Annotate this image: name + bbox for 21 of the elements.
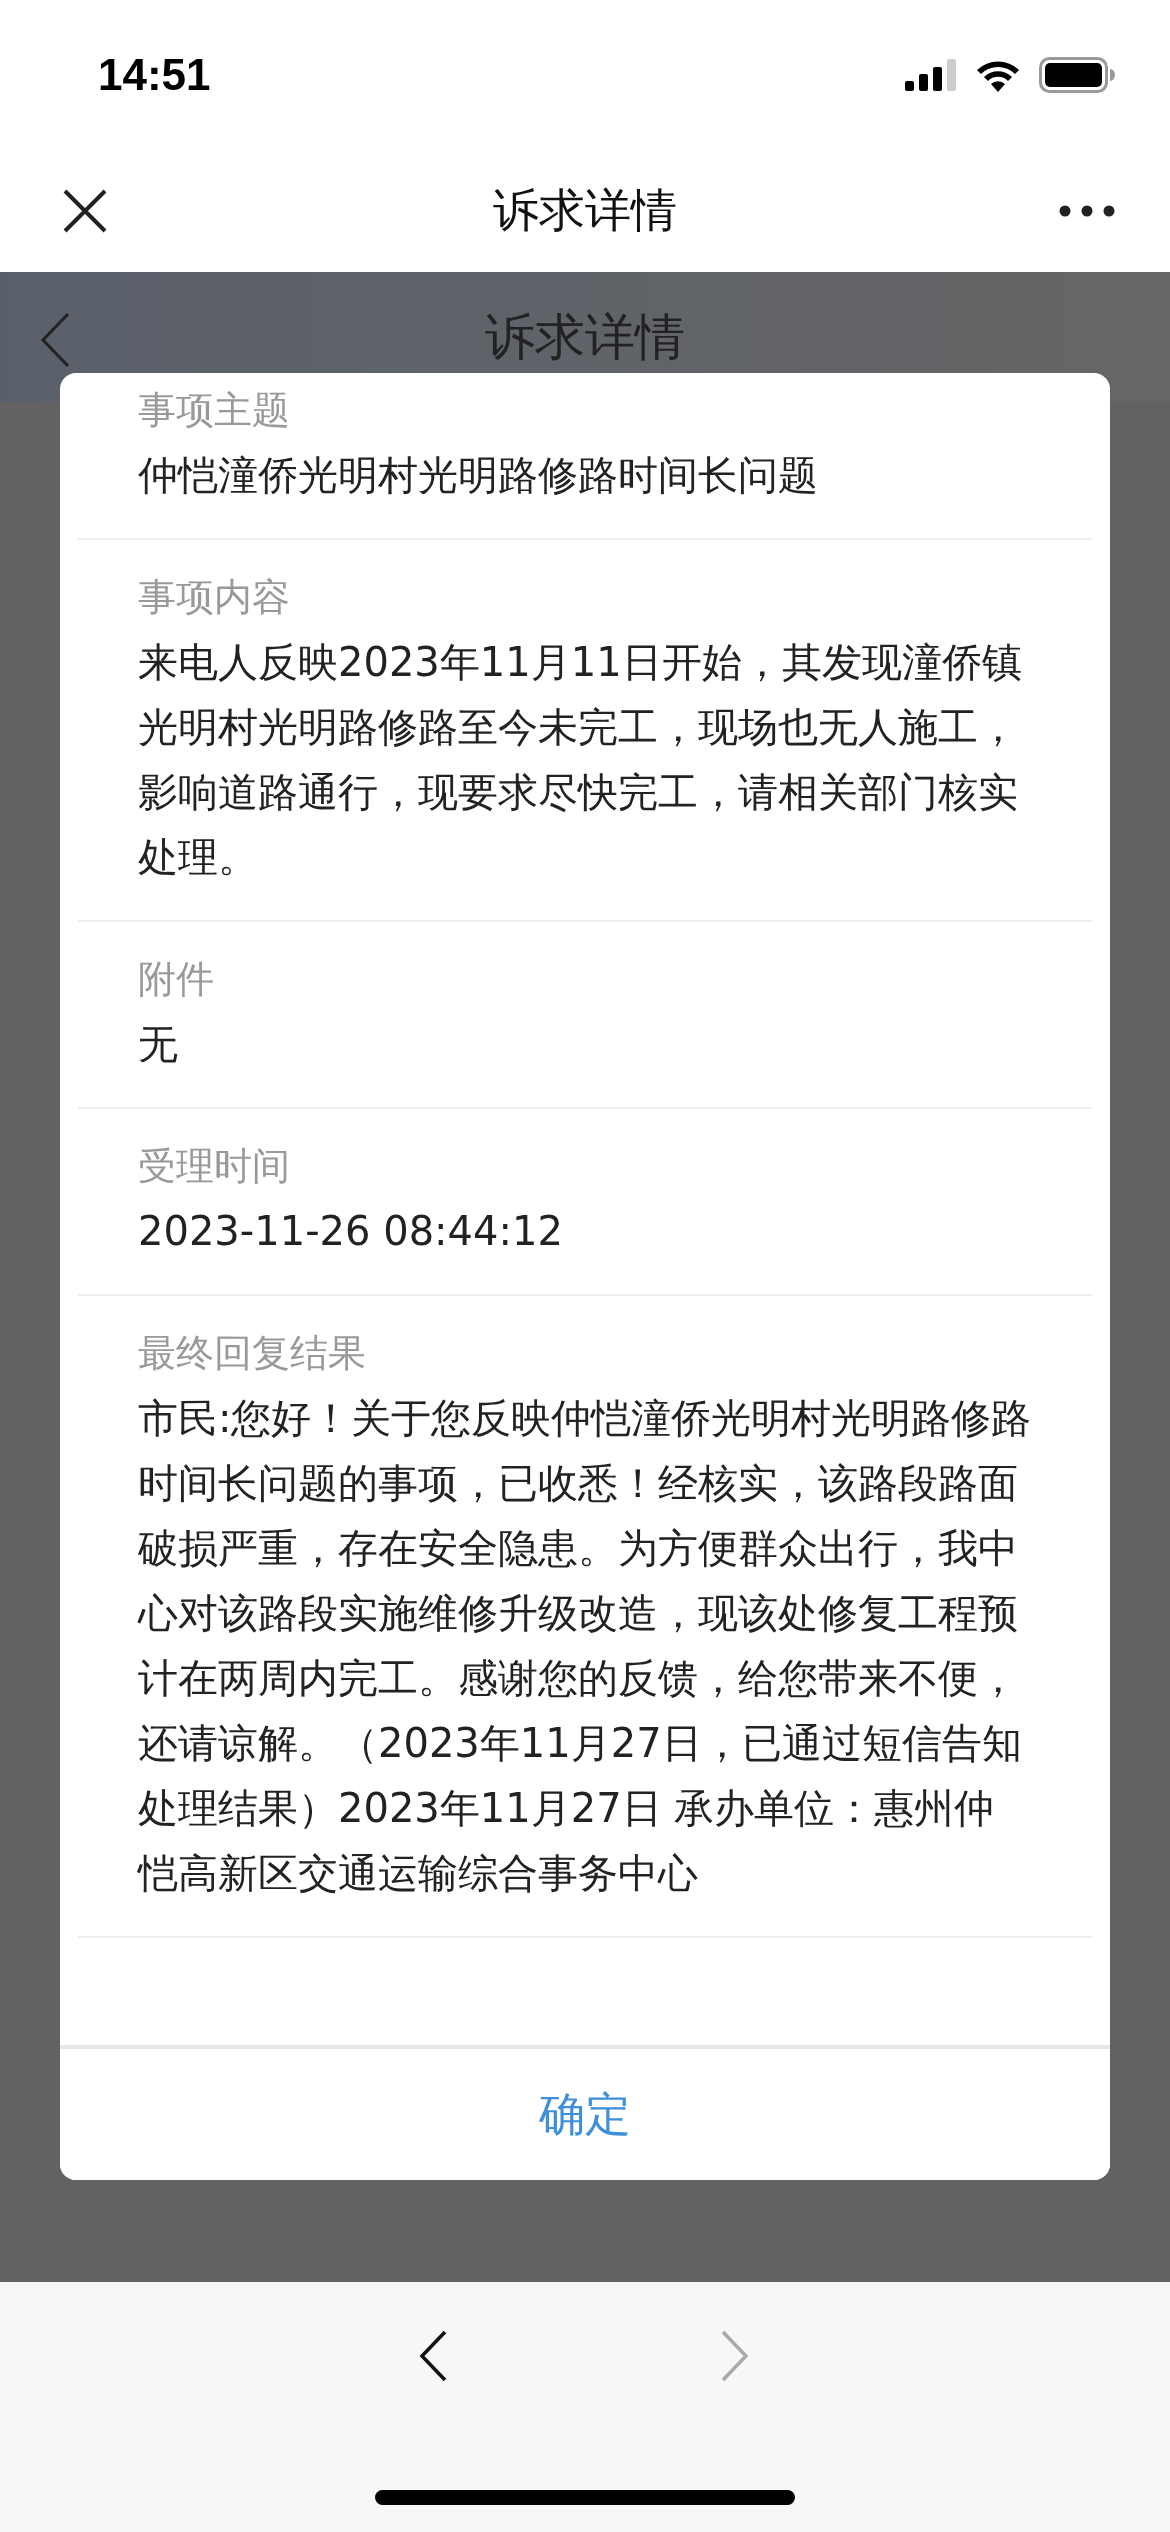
battery-icon bbox=[1039, 57, 1115, 93]
confirm-button[interactable]: 确定 bbox=[60, 2045, 1110, 2180]
signal-icon bbox=[905, 59, 957, 91]
field-value: 仲恺潼侨光明村光明路修路时间长问题 bbox=[138, 451, 819, 500]
field-value: 2023-11-26 08:44:12 bbox=[138, 1207, 564, 1256]
field-label: 事项内容 bbox=[138, 574, 291, 621]
status-time: 14:51 bbox=[98, 50, 211, 100]
field-label: 受理时间 bbox=[138, 1143, 291, 1190]
wifi-icon bbox=[975, 58, 1021, 92]
field-value: 来电人反映2023年11月11日开始，其发现潼侨镇光明村光明路修路至今未完工，现场也无人施工，影响道路通行，现要求尽快完工，请相关部门核实处理。 bbox=[138, 638, 1023, 882]
more-icon[interactable] bbox=[1059, 205, 1115, 217]
close-icon[interactable] bbox=[62, 188, 108, 234]
back-icon[interactable] bbox=[418, 2330, 448, 2382]
field-label: 附件 bbox=[138, 956, 215, 1003]
field-value: 无 bbox=[138, 1020, 179, 1069]
back-icon bbox=[40, 312, 70, 368]
field-label: 事项主题 bbox=[138, 387, 291, 434]
field-value: 市民:您好！关于您反映仲恺潼侨光明村光明路修路时间长问题的事项，已收悉！经核实，该路段路面破损严重，存在安全隐患。为方便群众出行，我中心对该路段实施维修升级改造，现该处修复工程预计在两周内完工。感谢您的反馈，给您带来不便，还请谅解。（2023年11月27日，已通过短信告知处理结果）2023年11月27日 承办单位：惠州仲恺高新区交通运输综合事务中心 bbox=[138, 1394, 1032, 1898]
page-title: 诉求详情 bbox=[493, 182, 677, 239]
field-label: 最终回复结果 bbox=[138, 1330, 367, 1377]
background-page-title: 诉求详情 bbox=[485, 306, 685, 368]
